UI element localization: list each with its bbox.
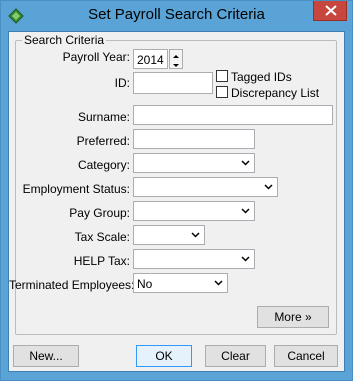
pay-group-label: Pay Group: — [69, 206, 130, 220]
dropdown-arrow-icon — [241, 256, 250, 262]
help-tax-select[interactable] — [133, 249, 255, 269]
tagged-ids-checkbox[interactable] — [216, 70, 228, 82]
close-icon — [325, 5, 337, 16]
tax-scale-select[interactable] — [133, 225, 205, 245]
id-input[interactable] — [133, 72, 213, 94]
spin-down-icon[interactable] — [170, 59, 182, 68]
surname-input[interactable] — [133, 105, 333, 125]
cancel-button[interactable]: Cancel — [274, 345, 338, 367]
group-title: Search Criteria — [22, 33, 107, 47]
dialog-window: Set Payroll Search Criteria Search Crite… — [0, 0, 353, 381]
new-button[interactable]: New... — [13, 345, 79, 367]
discrepancy-list-checkbox[interactable] — [216, 86, 228, 98]
pay-group-select[interactable] — [133, 201, 255, 221]
category-select[interactable] — [133, 153, 255, 173]
id-label: ID: — [114, 76, 130, 90]
dropdown-arrow-icon — [241, 160, 250, 166]
spin-up-icon[interactable] — [170, 50, 182, 59]
dropdown-arrow-icon — [264, 184, 273, 190]
clear-button[interactable]: Clear — [205, 345, 266, 367]
payroll-year-label: Payroll Year: — [62, 50, 130, 64]
ok-button[interactable]: OK — [136, 345, 192, 367]
employment-status-select[interactable] — [133, 177, 278, 197]
help-tax-label: HELP Tax: — [73, 254, 130, 268]
category-label: Category: — [77, 158, 130, 172]
dropdown-arrow-icon — [191, 232, 200, 238]
more-button[interactable]: More » — [257, 306, 329, 328]
preferred-input[interactable] — [133, 129, 255, 149]
terminated-employees-select[interactable]: No — [133, 273, 228, 293]
tagged-ids-label: Tagged IDs — [231, 70, 292, 84]
title-bar[interactable]: Set Payroll Search Criteria — [1, 1, 352, 31]
payroll-year-input[interactable]: 2014 — [133, 49, 168, 69]
window-title: Set Payroll Search Criteria — [88, 6, 265, 23]
payroll-year-spinner[interactable] — [169, 49, 183, 69]
discrepancy-list-label: Discrepancy List — [231, 86, 320, 100]
employment-status-label: Employment Status: — [22, 182, 130, 196]
surname-label: Surname: — [77, 110, 130, 124]
dropdown-arrow-icon — [241, 208, 250, 214]
preferred-label: Preferred: — [76, 134, 130, 148]
close-button[interactable] — [313, 1, 347, 21]
tax-scale-label: Tax Scale: — [74, 230, 130, 244]
terminated-employees-label: Terminated Employees: — [9, 278, 135, 292]
dialog-client: Search Criteria Payroll Year: 2014 ID: T… — [8, 31, 345, 372]
dropdown-arrow-icon — [214, 280, 223, 286]
